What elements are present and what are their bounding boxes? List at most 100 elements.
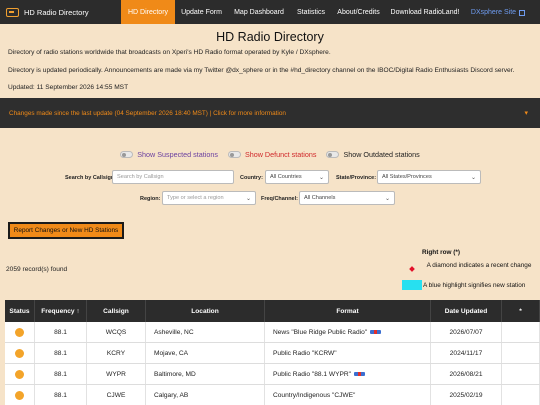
toggle-suspected[interactable]: Show Suspected stations [120,150,218,159]
nav-update-form[interactable]: Update Form [175,0,228,24]
status-cell [5,343,35,363]
callsign-cell: KCRY [87,343,146,363]
toggle-outdated[interactable]: Show Outdated stations [326,150,420,159]
state-label: State/Province: [336,175,377,181]
freq-select-value: All Channels [304,195,336,201]
freq-cell: 88.1 [35,364,87,384]
table-row[interactable]: 88.1 KCRY Mojave, CA Public Radio "KCRW"… [5,343,540,364]
diamond-icon [409,266,415,272]
freq-cell: 88.1 [35,322,87,342]
chevron-down-icon: ⌄ [384,196,390,202]
toggle-switch-icon [227,151,241,158]
region-input-placeholder: Type or select a region [167,195,224,201]
legend-blue-text: A blue highlight signifies new station [423,282,526,289]
flag-cell [502,322,540,342]
status-cell [5,322,35,342]
legend-title: Right row (*) [422,249,460,256]
top-nav: HD Radio Directory HD Directory Update F… [0,0,540,24]
toggle-switch-icon [326,151,340,158]
nav-dxsphere-site[interactable]: DXsphere Site [465,0,531,24]
format-cell: Public Radio "KCRW" [265,343,431,363]
freq-cell: 88.1 [35,343,87,363]
announcement-text: Directory is updated periodically. Annou… [8,67,515,74]
format-cell: Country/Indigenous "CJWE" [265,385,431,405]
format-text: News "Blue Ridge Public Radio" [273,328,368,336]
callsign-label: Search by Callsign: [65,175,117,181]
format-cell: News "Blue Ridge Public Radio" [265,322,431,342]
chevron-down-icon: ⌄ [245,196,251,202]
state-select[interactable]: All States/Provinces ⌄ [377,170,481,184]
toggle-outdated-label: Show Outdated stations [343,150,420,159]
nav-dxsphere-label: DXsphere Site [470,8,517,16]
format-text: Country/Indigenous "CJWE" [273,391,356,399]
flag-cell [502,385,540,405]
nav-download-radioland[interactable]: Download RadioLand! [385,0,465,24]
toggle-switch-icon [120,151,134,158]
changes-banner-text: Changes made since the last update (04 S… [9,109,286,117]
col-flag[interactable]: * [502,300,540,322]
callsign-search-input[interactable]: Search by Callsign [112,170,234,184]
col-date-updated[interactable]: Date Updated [431,300,502,322]
legend-diamond-text: A diamond indicates a recent change [426,262,532,269]
format-text: Public Radio "KCRW" [273,349,337,357]
chevron-down-icon: ⌄ [470,175,476,181]
date-cell: 2026/07/07 [431,322,502,342]
brand-link[interactable]: HD Radio Directory [0,0,121,24]
region-label: Region: [140,196,161,202]
table-header: Status Frequency ↑ Callsign Location For… [5,300,540,322]
status-cell [5,364,35,384]
last-updated: Updated: 11 September 2026 14:55 MST [8,84,129,91]
date-cell: 2026/08/21 [431,364,502,384]
col-status[interactable]: Status [5,300,35,322]
table-row[interactable]: 88.1 WYPR Baltimore, MD Public Radio "88… [5,364,540,385]
hd-radio-icon [353,372,365,376]
nav-statistics[interactable]: Statistics [290,0,332,24]
hd-radio-icon [370,330,382,334]
nav-hd-directory[interactable]: HD Directory [121,0,175,24]
table-row[interactable]: 88.1 WCQS Asheville, NC News "Blue Ridge… [5,322,540,343]
radio-icon [6,7,19,17]
format-text: Public Radio "88.1 WYPR" [273,370,351,378]
status-cell [5,385,35,405]
status-dot-icon [15,327,24,337]
freq-cell: 88.1 [35,385,87,405]
page-title: HD Radio Directory [216,30,324,44]
location-cell: Asheville, NC [146,322,265,342]
state-select-value: All States/Provinces [382,174,432,180]
stations-table: Status Frequency ↑ Callsign Location For… [5,300,540,405]
col-format[interactable]: Format [265,300,431,322]
col-callsign[interactable]: Callsign [87,300,146,322]
caret-down-icon: ▾ [524,110,528,117]
toggle-suspected-label: Show Suspected stations [137,150,218,159]
col-location[interactable]: Location [146,300,265,322]
status-dot-icon [15,348,24,358]
freq-label: Freq/Channel: [261,196,298,202]
callsign-cell: WCQS [87,322,146,342]
toggle-defunct-label: Show Defunct stations [244,150,317,159]
country-select-value: All Countries [270,174,302,180]
format-cell: Public Radio "88.1 WYPR" [265,364,431,384]
nav-map-dashboard[interactable]: Map Dashboard [228,0,290,24]
record-count: 2059 record(s) found [6,266,68,273]
date-cell: 2025/02/19 [431,385,502,405]
chevron-down-icon: ⌄ [318,175,324,181]
brand-label: HD Radio Directory [24,7,89,17]
col-frequency[interactable]: Frequency ↑ [35,300,87,322]
external-link-icon [519,10,526,16]
status-dot-icon [15,369,24,379]
date-cell: 2024/11/17 [431,343,502,363]
toggle-defunct[interactable]: Show Defunct stations [227,150,317,159]
flag-cell [502,343,540,363]
report-changes-button[interactable]: Report Changes or New HD Stations [8,222,124,239]
freq-select[interactable]: All Channels ⌄ [299,191,395,205]
nav-about-credits[interactable]: About/Credits [332,0,385,24]
country-select[interactable]: All Countries ⌄ [265,170,329,184]
page-description: Directory of radio stations worldwide th… [8,49,331,56]
status-toggles: Show Suspected stations Show Defunct sta… [0,150,540,159]
location-cell: Mojave, CA [146,343,265,363]
table-row[interactable]: 88.1 CJWE Calgary, AB Country/Indigenous… [5,385,540,405]
callsign-cell: WYPR [87,364,146,384]
changes-banner[interactable]: Changes made since the last update (04 S… [0,98,540,128]
status-dot-icon [15,390,24,400]
region-input[interactable]: Type or select a region ⌄ [162,191,256,205]
